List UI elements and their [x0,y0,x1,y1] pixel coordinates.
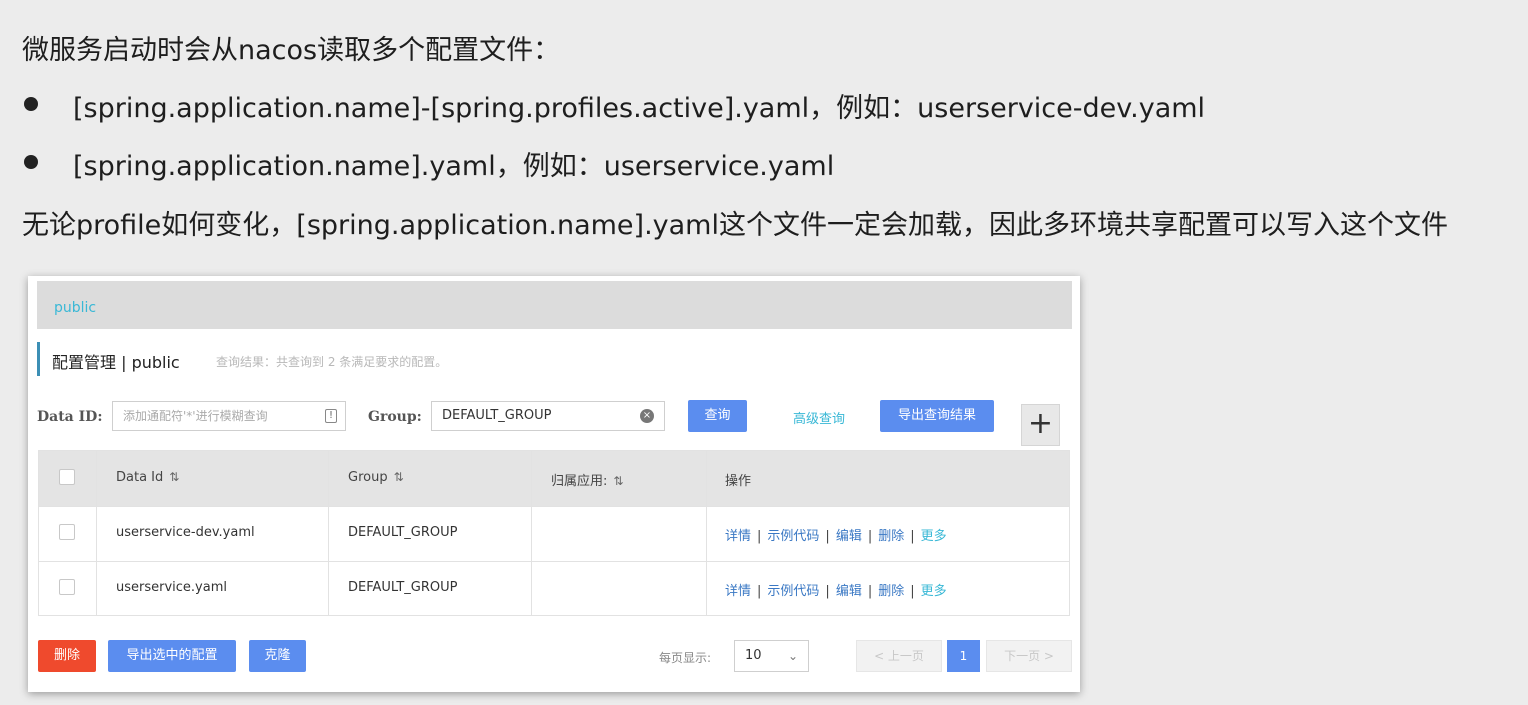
result-hint: 查询结果：共查询到 2 条满足要求的配置。 [216,355,448,369]
advanced-search-link[interactable]: 高级查询 [793,408,845,427]
data-id-placeholder: 添加通配符'*'进行模糊查询 [123,409,268,423]
row-actions: 详情 | 示例代码 | 编辑 | 删除 | 更多 [725,584,947,599]
clear-icon[interactable]: × [640,409,654,423]
sort-icon[interactable]: ⇅ [169,470,179,484]
row-checkbox[interactable] [59,524,75,540]
nacos-config-panel: public 配置管理 | public 查询结果：共查询到 2 条满足要求的配… [28,276,1080,692]
column-header-group[interactable]: Group ⇅ [348,470,404,485]
add-config-button[interactable]: + [1021,404,1060,446]
namespace-tab-public[interactable]: public [54,300,96,316]
data-id-label: Data ID: [37,409,103,425]
bullet-1: [spring.application.name]-[spring.profil… [73,93,1206,124]
row-data-id: userservice-dev.yaml [116,525,255,540]
input-helper-icon: ! [325,409,337,423]
row-checkbox[interactable] [59,579,75,595]
group-label: Group: [368,409,422,425]
column-header-app[interactable]: 归属应用: ⇅ [551,470,623,489]
detail-link[interactable]: 详情 [725,584,751,599]
next-page-button[interactable]: 下一页 > [986,640,1072,672]
edit-link[interactable]: 编辑 [836,529,862,544]
select-all-checkbox[interactable] [59,469,75,485]
current-page-button[interactable]: 1 [947,640,980,672]
data-id-input[interactable]: 添加通配符'*'进行模糊查询 ! [112,401,346,431]
column-header-data-id[interactable]: Data Id ⇅ [116,470,179,485]
export-selected-button[interactable]: 导出选中的配置 [108,640,236,672]
title-accent-bar [37,342,40,376]
delete-link[interactable]: 删除 [878,584,904,599]
sample-code-link[interactable]: 示例代码 [767,584,819,599]
row-group: DEFAULT_GROUP [348,525,458,540]
sort-icon[interactable]: ⇅ [394,470,404,484]
group-input-value: DEFAULT_GROUP [442,408,552,423]
page-size-value: 10 [745,648,762,663]
more-link[interactable]: 更多 [921,584,947,599]
sort-icon[interactable]: ⇅ [613,474,623,488]
bullet-dot-2 [24,155,38,169]
search-button[interactable]: 查询 [688,400,747,432]
prev-page-button[interactable]: < 上一页 [856,640,942,672]
edit-link[interactable]: 编辑 [836,584,862,599]
delete-link[interactable]: 删除 [878,529,904,544]
row-group: DEFAULT_GROUP [348,580,458,595]
page-size-label: 每页显示: [659,651,712,665]
detail-link[interactable]: 详情 [725,529,751,544]
row-actions: 详情 | 示例代码 | 编辑 | 删除 | 更多 [725,529,947,544]
sample-code-link[interactable]: 示例代码 [767,529,819,544]
bullet-2: [spring.application.name].yaml，例如：userse… [73,151,835,182]
page-size-select[interactable]: 10 ⌄ [734,640,809,672]
clone-button[interactable]: 克隆 [249,640,306,672]
export-query-button[interactable]: 导出查询结果 [880,400,994,432]
more-link[interactable]: 更多 [921,529,947,544]
slide-heading: 微服务启动时会从nacos读取多个配置文件： [22,35,561,66]
namespace-bar: public [37,281,1072,329]
group-input[interactable]: DEFAULT_GROUP × [431,401,665,431]
row-data-id: userservice.yaml [116,580,227,595]
delete-button[interactable]: 删除 [38,640,96,672]
bullet-dot-1 [24,97,38,111]
config-table: Data Id ⇅ Group ⇅ 归属应用: ⇅ 操作 userservice-de… [38,450,1070,616]
page-title: 配置管理 | public [52,353,180,372]
column-header-ops: 操作 [725,474,752,489]
slide-conclusion: 无论profile如何变化，[spring.application.name].… [22,210,1448,241]
chevron-down-icon: ⌄ [787,649,798,663]
